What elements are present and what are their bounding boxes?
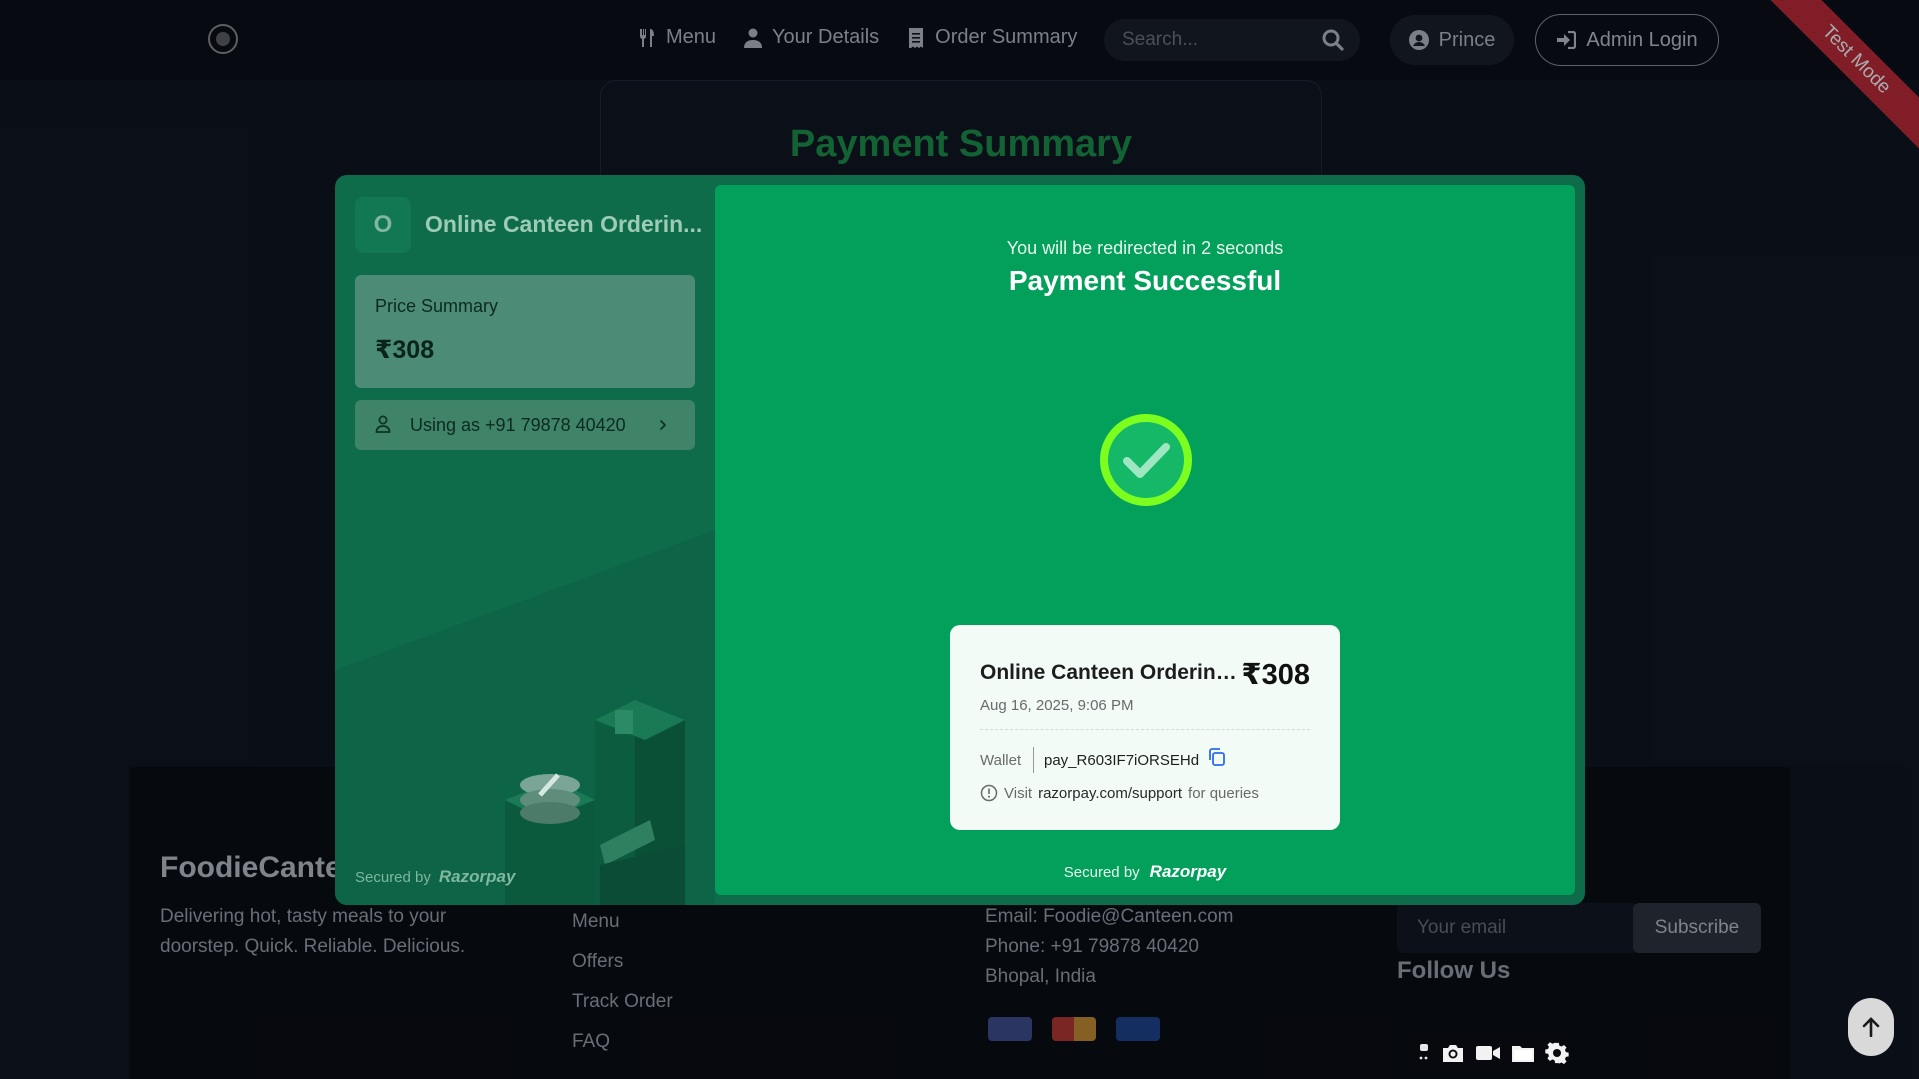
gear-icon[interactable] — [1545, 1041, 1569, 1065]
city-coins-illustration — [505, 700, 685, 905]
right-secured-by-label: Secured by — [1063, 863, 1140, 881]
receipt-payment-method: Wallet — [980, 752, 1022, 769]
payment-success-pane: You will be redirected in 2 seconds Paym… — [715, 185, 1575, 895]
back-to-top-button[interactable] — [1848, 998, 1894, 1056]
drag-handle-icon[interactable] — [1417, 1042, 1431, 1064]
receipt-divider — [980, 729, 1310, 730]
left-secured-by-label: Secured by — [355, 868, 431, 886]
video-camera-icon[interactable] — [1475, 1044, 1501, 1062]
merchant-name: Online Canteen Orderin... — [425, 211, 703, 237]
arrow-up-icon — [1862, 1017, 1880, 1037]
folder-icon[interactable] — [1511, 1043, 1535, 1063]
support-suffix: for queries — [1188, 784, 1259, 802]
receipt-support-note: Visit razorpay.com/support for queries — [980, 784, 1259, 802]
checkout-left-pane: O Online Canteen Orderin... Price Summar… — [335, 175, 715, 905]
razorpay-logo-right: Razorpay — [1149, 862, 1227, 881]
receipt-date: Aug 16, 2025, 9:06 PM — [980, 697, 1134, 714]
receipt-amount: ₹308 — [1241, 659, 1310, 691]
camera-icon[interactable] — [1441, 1043, 1465, 1063]
copy-icon[interactable] — [1207, 747, 1227, 767]
price-amount: ₹308 — [375, 336, 435, 364]
right-secured-by: Secured by Razorpay — [715, 862, 1575, 882]
info-icon — [980, 784, 998, 802]
left-secured-by: Secured by Razorpay — [355, 867, 515, 887]
payment-success-title: Payment Successful — [1008, 265, 1282, 296]
support-prefix: Visit — [1004, 784, 1033, 802]
receipt-merchant-name: Online Canteen Ordering ... — [980, 661, 1240, 684]
support-link[interactable]: razorpay.com/support — [1038, 785, 1182, 802]
merchant-avatar: O — [355, 197, 411, 253]
razorpay-checkout-modal: O Online Canteen Orderin... Price Summar… — [335, 175, 1585, 905]
user-outline-icon — [375, 415, 391, 433]
screen-capture-toolbar — [1413, 1036, 1573, 1070]
contact-details-button[interactable]: Using as +91 79878 40420 — [355, 400, 695, 450]
success-check-icon — [1100, 414, 1192, 506]
payment-receipt-card: Online Canteen Ordering ... ₹308 Aug 16,… — [950, 625, 1340, 830]
razorpay-logo-left: Razorpay — [438, 867, 516, 886]
chevron-right-icon — [659, 419, 667, 431]
receipt-method-separator — [1033, 747, 1034, 773]
price-summary: Price Summary ₹308 — [355, 275, 695, 388]
receipt-payment-id: pay_R603IF7iORSEHd — [1044, 752, 1200, 769]
redirect-countdown: You will be redirected in 2 seconds — [1006, 238, 1284, 258]
price-summary-label: Price Summary — [375, 296, 499, 316]
contact-details-text: Using as +91 79878 40420 — [410, 415, 626, 435]
